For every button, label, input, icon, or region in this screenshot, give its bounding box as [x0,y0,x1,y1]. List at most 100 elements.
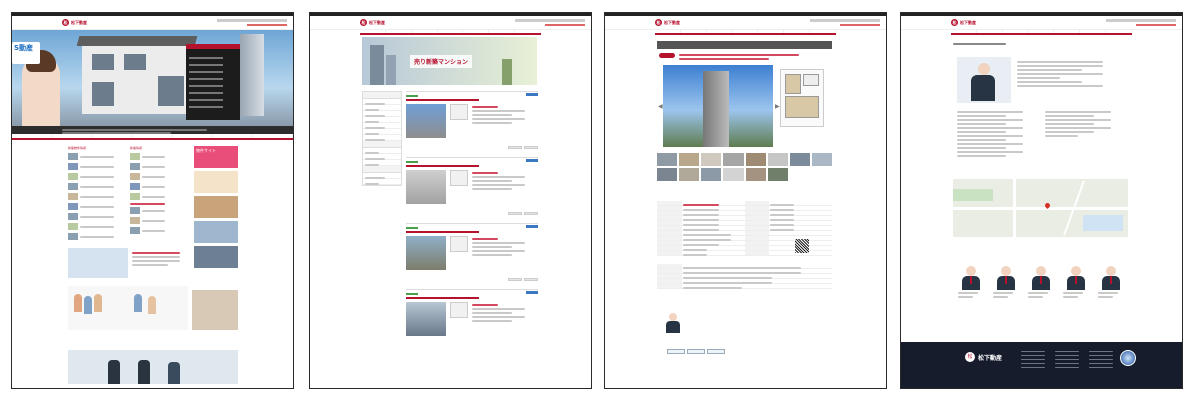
nav-item[interactable] [253,135,293,138]
feature-links[interactable] [68,286,188,330]
logo-mark-icon: 松 [360,19,367,26]
footer-links [1021,348,1113,371]
nav-item[interactable] [92,135,133,138]
site-header: 松 松下動産 [605,16,886,30]
footer-logo[interactable]: 松 松下動産 [965,352,1002,362]
interior-photo [192,290,238,330]
hero-tower-image [240,34,264,116]
global-nav [951,30,1133,35]
logo-text: 松下動産 [664,19,680,25]
property-title-bar [657,41,832,49]
nav-item[interactable] [463,30,490,33]
header-contact-button[interactable] [247,24,287,26]
nav-item-active[interactable] [386,30,412,33]
logo-mark-icon: 松 [965,352,975,362]
header-contact [810,19,880,22]
detail-button[interactable] [526,225,538,228]
detail-button[interactable] [526,93,538,96]
filter-item[interactable] [363,179,401,185]
screenshot-company-page: 松 松下動産 松 松下動産 [900,12,1183,389]
staff-card [1027,263,1054,300]
tab[interactable] [687,349,705,354]
header-contact-button[interactable] [1136,24,1176,26]
detail-tabs [667,349,725,354]
site-logo[interactable]: 松 松下動産 [360,19,385,26]
nav-item[interactable] [1106,30,1133,33]
arrow-left-icon[interactable]: ◀ [658,103,663,110]
nav-item[interactable] [52,135,93,138]
nav-item-active[interactable] [1080,30,1107,33]
listing-title: 売り新築マンション [410,55,473,68]
logo-text: 松下動産 [960,19,976,25]
main-photo [663,65,773,147]
nav-item[interactable] [707,30,733,33]
site-header: 松 松下動産 [901,16,1182,30]
photo-thumbnails[interactable] [657,153,832,181]
company-photo [957,57,1011,103]
property-notice [657,51,832,61]
nav-item[interactable] [438,30,464,33]
header-contact-button[interactable] [545,24,585,26]
access-map[interactable] [953,179,1128,237]
nav-item[interactable] [655,30,681,33]
arrow-right-icon[interactable]: ▶ [775,103,780,110]
header-contact-button[interactable] [840,24,880,26]
nav-item[interactable] [733,30,759,33]
hero-caption [12,126,293,134]
top-body: 新着物件情報 新着情報 物件サイト [12,140,293,384]
nav-item[interactable] [758,30,785,33]
nav-item-active[interactable] [681,30,707,33]
hero-person-image [22,50,60,126]
banner-link[interactable] [194,171,238,193]
site-footer: 松 松下動産 [901,342,1182,388]
header-contact [217,19,287,22]
search-sidebar [362,91,402,186]
nav-item[interactable] [360,30,386,33]
hero-search-menu[interactable] [186,44,240,120]
header-contact [515,19,585,22]
nav-item[interactable] [1029,30,1055,33]
nav-item[interactable] [489,30,516,33]
banner-link[interactable]: 物件サイト [194,146,238,168]
floor-plan [780,69,824,127]
logo-mark-icon: 松 [62,19,69,26]
banner-column: 物件サイト [194,146,238,271]
nav-item[interactable] [1003,30,1029,33]
nav-item[interactable] [132,135,173,138]
logo-text: 松下動産 [369,19,385,25]
staff-card [1062,263,1089,300]
detail-button[interactable] [526,159,538,162]
property-list [406,91,538,355]
nav-item[interactable] [977,30,1003,33]
site-header: 松 松下動産 [12,16,293,30]
list-item[interactable] [406,289,538,349]
list-item[interactable] [406,91,538,151]
site-logo[interactable]: 松 松下動産 [62,19,87,26]
tab[interactable] [667,349,685,354]
nav-item[interactable] [515,30,542,33]
nav-item[interactable] [173,135,213,138]
detail-button[interactable] [526,291,538,294]
nav-item[interactable] [213,135,253,138]
company-info-table [957,109,1127,159]
banner-link[interactable] [194,246,238,268]
company-message [1017,59,1125,89]
list-item[interactable] [406,157,538,217]
list-item[interactable] [406,223,538,283]
new-property-column: 新着物件情報 [68,146,124,243]
nav-item[interactable] [1054,30,1081,33]
banner-link[interactable] [194,196,238,218]
site-logo[interactable]: 松 松下動産 [655,19,680,26]
promo-image[interactable] [68,248,128,278]
tab[interactable] [707,349,725,354]
nav-item[interactable] [12,135,53,138]
nav-item[interactable] [810,30,837,33]
banner-link[interactable] [194,221,238,243]
nav-item[interactable] [412,30,438,33]
nav-item[interactable] [784,30,811,33]
hero-sign: S動産 [12,42,40,64]
nav-item[interactable] [951,30,977,33]
staff-avatar [665,313,681,335]
site-logo[interactable]: 松 松下動産 [951,19,976,26]
company-profile [953,41,1128,47]
